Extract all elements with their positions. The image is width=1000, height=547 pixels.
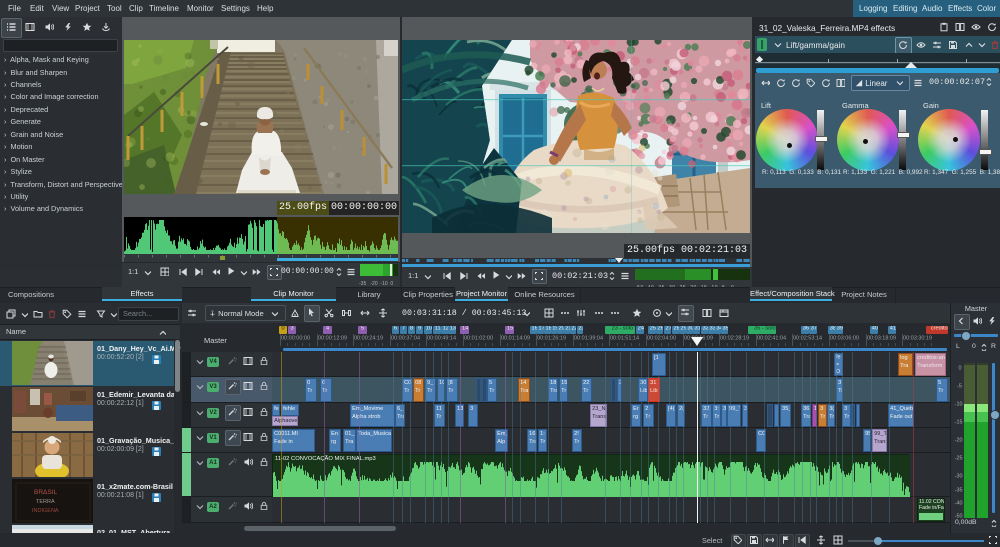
svg-text:TERRA: TERRA bbox=[36, 499, 55, 505]
svg-text:INDIGENA: INDIGENA bbox=[32, 508, 59, 514]
svg-text:BRΔSIL: BRΔSIL bbox=[34, 489, 58, 496]
